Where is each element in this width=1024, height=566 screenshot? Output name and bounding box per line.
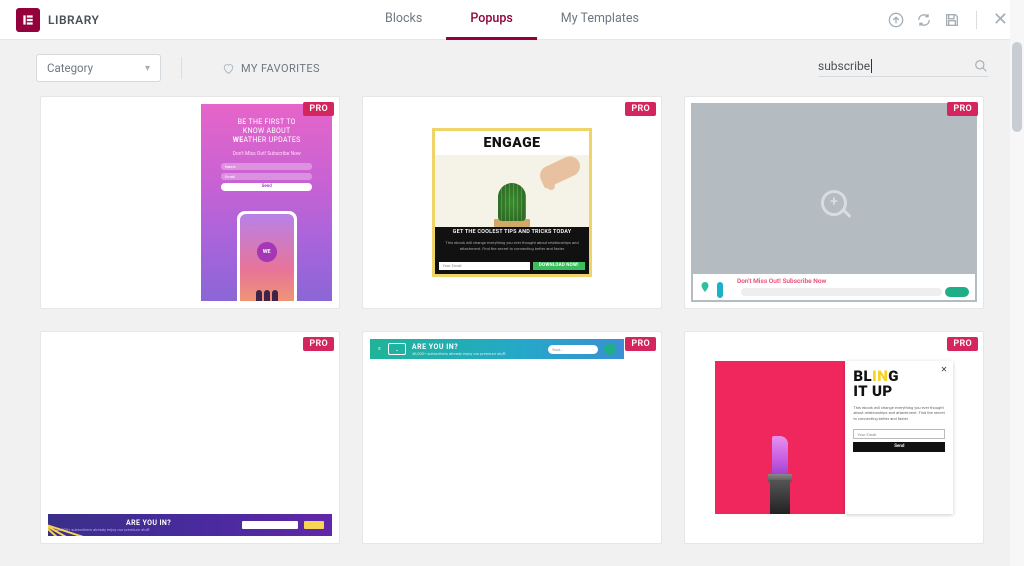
- search-field[interactable]: subscribe: [818, 59, 988, 77]
- scrollbar-thumb[interactable]: [1012, 42, 1022, 132]
- elementor-logo: [16, 8, 40, 32]
- pro-badge: PRO: [303, 337, 334, 351]
- refresh-icon[interactable]: [916, 12, 932, 28]
- library-header: LIBRARY Blocks Popups My Templates ✕: [0, 0, 1024, 40]
- tab-blocks[interactable]: Blocks: [361, 0, 446, 40]
- my-favorites-toggle[interactable]: MY FAVORITES: [222, 62, 320, 75]
- search-icon: [974, 59, 988, 73]
- close-icon: ✕: [941, 365, 948, 374]
- pro-badge: PRO: [947, 102, 978, 116]
- pro-badge: PRO: [947, 337, 978, 351]
- category-select[interactable]: Category ▾: [36, 54, 161, 82]
- tab-my-templates[interactable]: My Templates: [537, 0, 663, 40]
- favorites-label: MY FAVORITES: [241, 62, 320, 75]
- template-card[interactable]: PRO ENGAGE GET THE COOLEST TIPS AND TRIC…: [362, 96, 662, 309]
- library-title: LIBRARY: [48, 13, 99, 27]
- save-icon[interactable]: [944, 12, 960, 28]
- close-icon[interactable]: ✕: [993, 9, 1008, 30]
- search-value: subscribe: [818, 59, 870, 73]
- filter-bar: Category ▾ MY FAVORITES subscribe: [0, 40, 1024, 96]
- template-card[interactable]: PRO ✕ BLINGIT UP This ebook will change …: [684, 331, 984, 544]
- magnify-icon[interactable]: +: [821, 190, 847, 216]
- template-card-hover[interactable]: PRO + Don't Miss Out! Subscribe Now: [684, 96, 984, 309]
- library-tabs: Blocks Popups My Templates: [361, 0, 663, 40]
- category-label: Category: [47, 61, 93, 75]
- walker-icon: [717, 276, 731, 298]
- chevron-down-icon: ▾: [145, 63, 150, 74]
- pro-badge: PRO: [303, 102, 334, 116]
- heart-icon: [222, 62, 235, 75]
- template-card[interactable]: PRO ≡ ARE YOU IN? 40,000+ subscribers al…: [362, 331, 662, 544]
- tab-popups[interactable]: Popups: [446, 0, 536, 40]
- template-card[interactable]: PRO ARE YOU IN? 40,000+ subscribers alre…: [40, 331, 340, 544]
- pin-icon: [699, 279, 711, 295]
- template-card[interactable]: PRO BE THE FIRST TOKNOW ABOUTWEATHER UPD…: [40, 96, 340, 309]
- template-grid: PRO BE THE FIRST TOKNOW ABOUTWEATHER UPD…: [0, 96, 1024, 544]
- mail-icon: [388, 343, 406, 355]
- pro-badge: PRO: [625, 337, 656, 351]
- pro-badge: PRO: [625, 102, 656, 116]
- header-actions: ✕: [888, 9, 1008, 30]
- import-icon[interactable]: [888, 12, 904, 28]
